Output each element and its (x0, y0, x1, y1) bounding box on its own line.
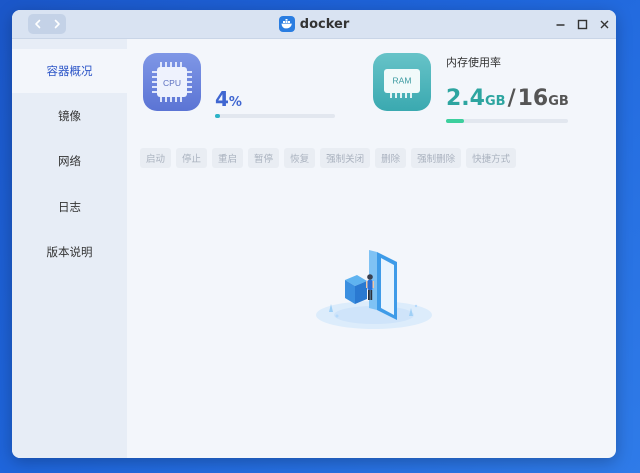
chevron-right-icon (54, 19, 60, 29)
close-icon (600, 20, 608, 28)
cpu-chip-label: CPU (163, 78, 181, 88)
shortcut-button[interactable]: 快捷方式 (466, 148, 517, 168)
cpu-usage-unit: % (228, 95, 242, 110)
minimize-button[interactable] (552, 16, 568, 32)
force-delete-button[interactable]: 强制删除 (411, 148, 462, 168)
docker-whale-icon (278, 16, 295, 32)
ram-chip-label: RAM (393, 76, 412, 86)
memory-usage-value: 2.4GB/16GB (446, 86, 569, 111)
sidebar-item-label: 容器概况 (46, 64, 93, 78)
memory-usage-fill (446, 119, 465, 123)
minimize-icon (556, 23, 564, 26)
stop-button[interactable]: 停止 (176, 148, 208, 168)
sidebar-item-images[interactable]: 镜像 (12, 94, 127, 138)
memory-total-unit: GB (548, 94, 569, 109)
navigation-buttons (28, 14, 66, 34)
cpu-chip-icon: CPU (143, 53, 201, 111)
cpu-usage-value: 4% (215, 87, 242, 111)
cpu-usage-number: 4 (215, 87, 229, 111)
memory-used-unit: GB (484, 94, 506, 109)
forward-button[interactable] (47, 14, 66, 34)
delete-button[interactable]: 删除 (375, 148, 407, 168)
close-button[interactable] (596, 16, 612, 32)
window-title: docker (299, 16, 350, 32)
sidebar-item-label: 日志 (58, 200, 81, 214)
memory-usage-label: 内存使用率 (446, 56, 501, 69)
sidebar-item-release-notes[interactable]: 版本说明 (12, 230, 127, 274)
cpu-usage-fill (215, 114, 220, 118)
memory-usage-bar (446, 119, 568, 123)
chevron-left-icon (34, 19, 40, 29)
memory-used-value: 2.4 (446, 86, 485, 111)
docker-window: docker 容器概况 镜像 网络 日志 版本说明 CPU 4% RAM 内存使… (12, 10, 616, 458)
sidebar-item-label: 镜像 (58, 109, 81, 123)
empty-state-illustration (316, 250, 432, 329)
cpu-usage-bar (215, 114, 335, 118)
force-stop-button[interactable]: 强制关闭 (320, 148, 371, 168)
window-title-group: docker (12, 10, 616, 38)
restart-button[interactable]: 重启 (212, 148, 244, 168)
title-bar: docker (12, 10, 616, 39)
sidebar-item-network[interactable]: 网络 (12, 139, 127, 183)
back-button[interactable] (28, 14, 47, 34)
container-action-toolbar: 启动 停止 重启 暂停 恢复 强制关闭 删除 强制删除 快捷方式 (140, 148, 517, 168)
maximize-button[interactable] (574, 16, 590, 32)
memory-separator: / (507, 86, 516, 111)
sidebar-item-logs[interactable]: 日志 (12, 185, 127, 229)
start-button[interactable]: 启动 (140, 148, 172, 168)
sidebar: 容器概况 镜像 网络 日志 版本说明 (12, 39, 127, 458)
sidebar-item-label: 版本说明 (46, 245, 93, 259)
sidebar-item-container-overview[interactable]: 容器概况 (12, 49, 127, 93)
ram-module-icon: RAM (373, 53, 431, 111)
memory-total-value: 16 (517, 86, 549, 111)
sidebar-item-label: 网络 (58, 154, 81, 168)
resume-button[interactable]: 恢复 (284, 148, 316, 168)
maximize-icon (577, 19, 587, 29)
pause-button[interactable]: 暂停 (248, 148, 280, 168)
main-content: CPU 4% RAM 内存使用率 2.4GB/16GB 启动 停止 重启 暂停 … (127, 39, 616, 458)
